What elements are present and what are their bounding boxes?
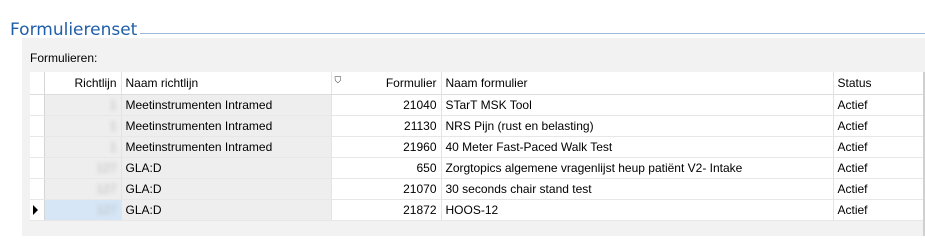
cell-richtlijn-value: 127 [96, 160, 117, 175]
cell-naam-formulier: HOOS-12 [441, 199, 834, 221]
cell-richtlijn-value: 127 [96, 181, 117, 196]
cell-naam-richtlijn: GLA:D [121, 199, 332, 221]
row-selector[interactable] [30, 178, 45, 200]
table-row[interactable]: 1 Meetinstrumenten Intramed 21130 NRS Pi… [30, 115, 924, 137]
row-selector[interactable] [30, 136, 45, 158]
cell-richtlijn-value: 1 [109, 97, 117, 112]
grid-label: Formulieren: [30, 51, 98, 65]
cell-richtlijn: 127 [44, 178, 122, 200]
cell-status: Actief [833, 136, 924, 158]
sort-filter-icon[interactable]: ⛉ [335, 75, 342, 86]
table-row[interactable]: 1 Meetinstrumenten Intramed 21040 STarT … [30, 94, 924, 116]
cell-status: Actief [833, 157, 924, 179]
cell-status: Actief [833, 199, 924, 221]
cell-naam-formulier: 40 Meter Fast-Paced Walk Test [441, 136, 834, 158]
cell-naam-richtlijn: GLA:D [121, 157, 332, 179]
table-row[interactable]: 1 Meetinstrumenten Intramed 21960 40 Met… [30, 136, 924, 158]
cell-naam-formulier: Zorgtopics algemene vragenlijst heup pat… [441, 157, 834, 179]
cell-richtlijn: 127 [44, 157, 122, 179]
cell-richtlijn: 127 [44, 199, 122, 221]
table-row[interactable]: 127 GLA:D 650 Zorgtopics algemene vragen… [30, 157, 924, 179]
cell-status: Actief [833, 178, 924, 200]
cell-naam-formulier: NRS Pijn (rust en belasting) [441, 115, 834, 137]
table-row[interactable]: 127 GLA:D 21070 30 seconds chair stand t… [30, 178, 924, 200]
section-title: Formulierenset [10, 20, 138, 40]
cell-formulier: 21130 [331, 115, 442, 137]
cell-richtlijn-value: 1 [109, 118, 117, 133]
row-selector[interactable] [30, 115, 45, 137]
table-row-current[interactable]: 127 GLA:D 21872 HOOS-12 Actief [30, 199, 924, 221]
header-naam-formulier[interactable]: Naam formulier [441, 72, 834, 95]
cell-naam-formulier: 30 seconds chair stand test [441, 178, 834, 200]
row-selector-header [30, 72, 45, 95]
cell-naam-richtlijn: Meetinstrumenten Intramed [121, 115, 332, 137]
header-richtlijn[interactable]: Richtlijn [44, 72, 122, 95]
cell-formulier: 650 [331, 157, 442, 179]
cell-formulier: 21960 [331, 136, 442, 158]
header-formulier[interactable]: ⛉ Formulier [331, 72, 442, 95]
row-selector[interactable] [30, 94, 45, 116]
cell-naam-richtlijn: GLA:D [121, 178, 332, 200]
cell-richtlijn: 1 [44, 136, 122, 158]
cell-richtlijn: 1 [44, 94, 122, 116]
cell-richtlijn-value: 1 [109, 139, 117, 154]
row-selector[interactable] [30, 199, 45, 221]
grid-header-row: Richtlijn Naam richtlijn ⛉ Formulier Naa… [30, 72, 924, 95]
cell-richtlijn: 1 [44, 115, 122, 137]
cell-status: Actief [833, 115, 924, 137]
section-divider [140, 33, 925, 34]
cell-formulier: 21872 [331, 199, 442, 221]
cell-naam-richtlijn: Meetinstrumenten Intramed [121, 94, 332, 116]
current-row-arrow-icon [33, 205, 38, 216]
cell-naam-formulier: STarT MSK Tool [441, 94, 834, 116]
cell-formulier: 21070 [331, 178, 442, 200]
cell-naam-richtlijn: Meetinstrumenten Intramed [121, 136, 332, 158]
cell-richtlijn-value: 127 [96, 202, 117, 217]
row-selector[interactable] [30, 157, 45, 179]
header-status[interactable]: Status [833, 72, 924, 95]
header-formulier-label: Formulier [385, 75, 437, 90]
header-naam-richtlijn[interactable]: Naam richtlijn [121, 72, 332, 95]
forms-grid: Richtlijn Naam richtlijn ⛉ Formulier Naa… [30, 72, 924, 221]
cell-formulier: 21040 [331, 94, 442, 116]
cell-status: Actief [833, 94, 924, 116]
